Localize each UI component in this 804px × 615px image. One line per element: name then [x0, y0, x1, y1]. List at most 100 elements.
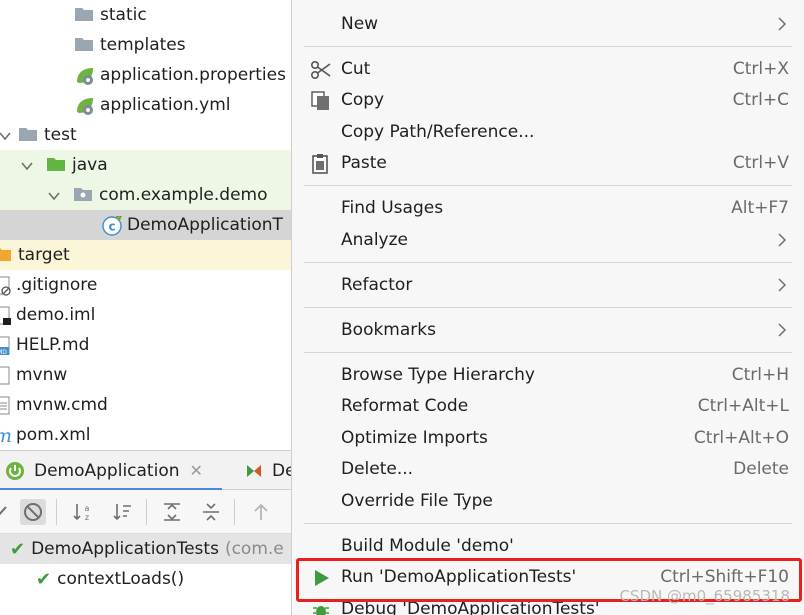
tree-item-target[interactable]: target [0, 240, 292, 270]
tree-item-label: application.properties [100, 65, 286, 85]
scissors-icon [310, 59, 332, 81]
tree-item-label: static [100, 5, 147, 25]
sort-alphabetically-button[interactable]: az [70, 499, 96, 525]
tree-item-label: mvnw.cmd [16, 395, 108, 415]
test-passed-icon: ✔ [10, 538, 26, 560]
previous-failed-test-button[interactable] [248, 499, 274, 525]
menu-item-shortcut: Ctrl+V [732, 153, 789, 173]
tree-item-gitignore[interactable]: .gitignore [0, 270, 292, 300]
menu-separator [304, 523, 792, 524]
svg-text:z: z [85, 513, 89, 522]
close-icon[interactable]: ✕ [190, 461, 203, 480]
menu-item-label: Cut [341, 59, 371, 79]
menu-item-copy-path[interactable]: Copy Path/Reference... [292, 117, 804, 147]
chevron-down-icon[interactable] [20, 158, 34, 172]
menu-item-label: Run 'DemoApplicationTests' [341, 567, 577, 587]
context-menu: New Cut Ctrl+X Copy Ctrl+C Copy Path/Ref… [291, 0, 804, 615]
folder-icon [74, 35, 94, 55]
test-result-root[interactable]: ✔ DemoApplicationTests (com.e [0, 534, 292, 564]
spring-leaf-icon [74, 95, 94, 115]
menu-item-label: New [341, 14, 379, 34]
menu-item-label: Find Usages [341, 198, 444, 218]
menu-item-find-usages[interactable]: Find Usages Alt+F7 [292, 193, 804, 223]
run-tool-window-tabs: DemoApplication ✕ De [0, 450, 292, 491]
collapse-all-button[interactable] [198, 499, 224, 525]
tree-item-templates[interactable]: templates [0, 30, 292, 60]
tree-item-mvnw-cmd[interactable]: mvnw.cmd [0, 390, 292, 420]
menu-item-label: Debug 'DemoApplicationTests' [341, 599, 600, 615]
menu-item-optimize-imports[interactable]: Optimize Imports Ctrl+Alt+O [292, 423, 804, 453]
menu-separator [304, 307, 792, 308]
folder-icon [74, 5, 94, 25]
menu-item-label: Copy [341, 90, 385, 110]
show-ignored-button[interactable] [20, 499, 46, 525]
tree-item-help-md[interactable]: MD HELP.md [0, 330, 292, 360]
menu-item-label: Override File Type [341, 491, 493, 511]
tree-item-pom-xml[interactable]: m pom.xml [0, 420, 292, 450]
chevron-down-icon[interactable] [47, 188, 61, 202]
test-class-label: DemoApplicationTests [31, 539, 219, 559]
chevron-right-icon [775, 275, 789, 295]
tree-item-label: DemoApplicationT [127, 215, 283, 235]
tree-item-application-yml[interactable]: application.yml [0, 90, 292, 120]
menu-item-delete[interactable]: Delete... Delete [292, 454, 804, 484]
run-config-icon [244, 461, 264, 481]
tree-item-test[interactable]: test [0, 120, 292, 150]
java-class-icon: c [101, 215, 122, 236]
test-result-child[interactable]: ✔ contextLoads() [0, 564, 292, 594]
expand-all-button[interactable] [159, 499, 185, 525]
menu-item-paste[interactable]: Paste Ctrl+V [292, 148, 804, 178]
svg-text:a: a [85, 504, 90, 513]
tree-item-label: mvnw [16, 365, 68, 385]
tree-item-mvnw[interactable]: mvnw [0, 360, 292, 390]
tree-item-java[interactable]: java [0, 150, 292, 180]
menu-item-shortcut: Delete [733, 459, 789, 479]
menu-item-bookmarks[interactable]: Bookmarks [292, 315, 804, 345]
menu-item-override-file-type[interactable]: Override File Type [292, 486, 804, 516]
menu-item-reformat-code[interactable]: Reformat Code Ctrl+Alt+L [292, 391, 804, 421]
tree-item-application-properties[interactable]: application.properties [0, 60, 292, 90]
menu-item-label: Delete... [341, 459, 414, 479]
menu-item-label: Bookmarks [341, 320, 436, 340]
package-icon [73, 185, 93, 205]
maven-icon: m [0, 425, 14, 447]
sort-by-duration-button[interactable] [110, 499, 136, 525]
menu-item-shortcut: Alt+F7 [731, 198, 789, 218]
chevron-right-icon [775, 320, 789, 340]
menu-separator [304, 262, 792, 263]
menu-item-shortcut: Ctrl+H [731, 365, 789, 385]
test-results-tree: ✔ DemoApplicationTests (com.e ✔ contextL… [0, 534, 292, 615]
test-passed-icon: ✔ [36, 568, 52, 590]
chevron-down-icon[interactable] [0, 128, 12, 142]
menu-item-label: Optimize Imports [341, 428, 488, 448]
menu-item-copy[interactable]: Copy Ctrl+C [292, 85, 804, 115]
run-tab-second[interactable]: De [244, 451, 292, 490]
toolbar-separator [56, 499, 57, 525]
menu-item-cut[interactable]: Cut Ctrl+X [292, 54, 804, 84]
tree-item-demo-application-tests[interactable]: c DemoApplicationT [0, 210, 292, 240]
project-tree: static templates application.properties … [0, 0, 292, 450]
tree-item-static[interactable]: static [0, 0, 292, 30]
tree-item-demo-iml[interactable]: demo.iml [0, 300, 292, 330]
menu-item-label: Refactor [341, 275, 413, 295]
menu-item-build-module[interactable]: Build Module 'demo' [292, 531, 804, 561]
tree-item-package[interactable]: com.example.demo [0, 180, 292, 210]
svg-text:c: c [108, 220, 115, 234]
menu-item-refactor[interactable]: Refactor [292, 270, 804, 300]
watermark: CSDN @m0_65985318 [619, 587, 790, 605]
tree-item-label: com.example.demo [99, 185, 268, 205]
svg-text:MD: MD [0, 349, 7, 356]
menu-item-analyze[interactable]: Analyze [292, 225, 804, 255]
debug-bug-icon [310, 599, 332, 615]
run-tab-demo-application[interactable]: DemoApplication ✕ [0, 451, 222, 491]
tree-item-label: java [72, 155, 108, 175]
menu-item-label: Analyze [341, 230, 408, 250]
show-passed-button[interactable] [0, 499, 12, 525]
menu-separator [304, 185, 792, 186]
tree-item-label: .gitignore [16, 275, 98, 295]
menu-item-browse-type-hierarchy[interactable]: Browse Type Hierarchy Ctrl+H [292, 360, 804, 390]
spring-boot-icon [4, 460, 26, 482]
tree-item-label: HELP.md [16, 335, 90, 355]
menu-item-new[interactable]: New [292, 9, 804, 39]
iml-file-icon [0, 305, 14, 325]
